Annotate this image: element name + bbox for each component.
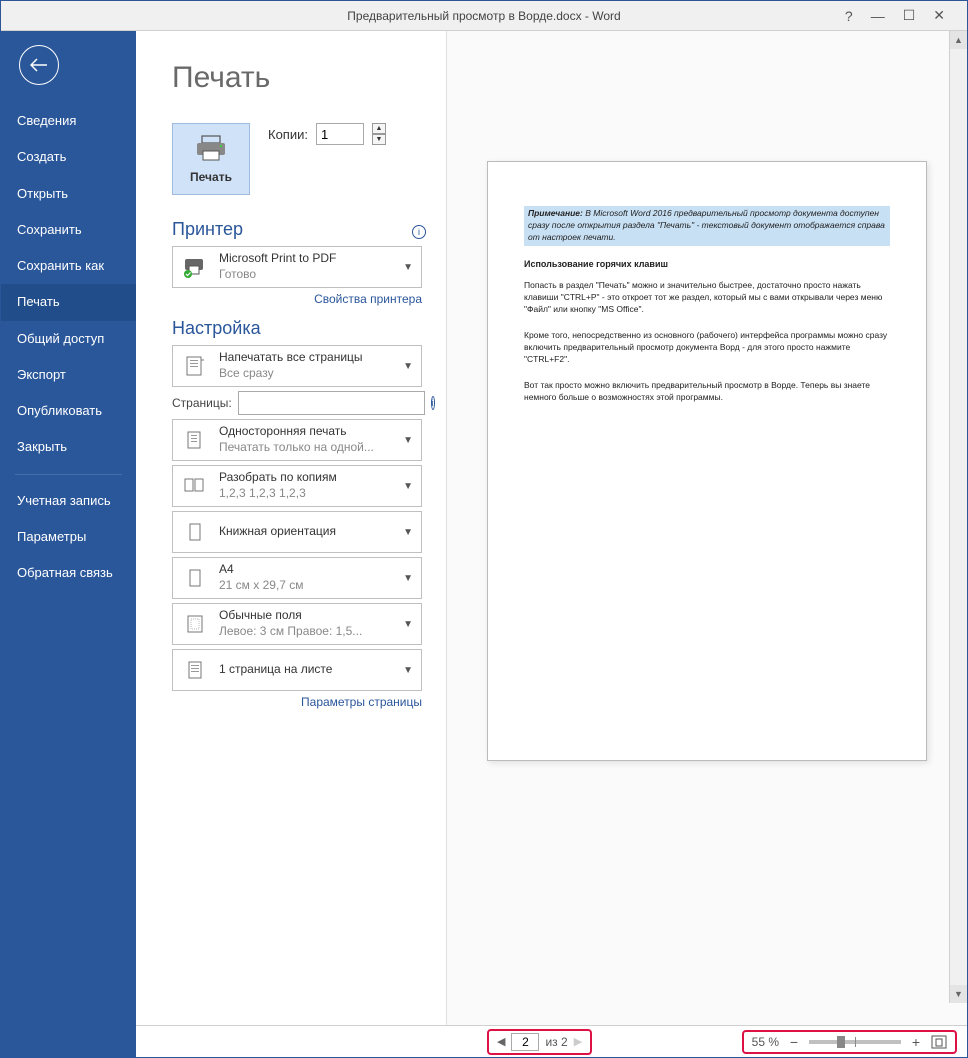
sidebar-item-close[interactable]: Закрыть (1, 429, 136, 465)
title-bar: Предварительный просмотр в Ворде.docx - … (1, 1, 967, 31)
sidebar-item-feedback[interactable]: Обратная связь (1, 555, 136, 591)
copies-input[interactable] (316, 123, 364, 145)
sidebar-item-save[interactable]: Сохранить (1, 212, 136, 248)
sidebar-item-publish[interactable]: Опубликовать (1, 393, 136, 429)
portrait-icon (181, 520, 209, 544)
page-navigation: ◀ из 2 ▶ (487, 1029, 592, 1055)
printer-status-icon (181, 256, 209, 278)
copies-label: Копии: (268, 127, 308, 142)
sidebar-item-share[interactable]: Общий доступ (1, 321, 136, 357)
preview-note: Примечание: В Microsoft Word 2016 предва… (524, 206, 890, 246)
scroll-up-button[interactable]: ▲ (950, 31, 967, 49)
maximize-button[interactable]: ☐ (903, 7, 916, 24)
page-title: Печать (172, 61, 422, 95)
chevron-down-icon: ▼ (403, 619, 413, 630)
sidebar-item-account[interactable]: Учетная запись (1, 483, 136, 519)
zoom-in-button[interactable]: + (909, 1034, 923, 1050)
sidebar-item-open[interactable]: Открыть (1, 176, 136, 212)
print-button-label: Печать (190, 170, 232, 184)
sides-dropdown[interactable]: Односторонняя печать Печатать только на … (172, 419, 422, 461)
margins-dropdown[interactable]: Обычные поля Левое: 3 см Правое: 1,5... … (172, 603, 422, 645)
copies-down[interactable]: ▼ (372, 134, 386, 145)
zoom-level-label: 55 % (752, 1035, 779, 1049)
copies-up[interactable]: ▲ (372, 123, 386, 134)
settings-heading: Настройка (172, 318, 422, 339)
printer-icon (194, 134, 228, 162)
pages-per-sheet-dropdown[interactable]: 1 страница на листе ▼ (172, 649, 422, 691)
page-setup-link[interactable]: Параметры страницы (172, 695, 422, 709)
help-button[interactable]: ? (845, 8, 853, 24)
print-button[interactable]: Печать (172, 123, 250, 195)
current-page-input[interactable] (511, 1033, 539, 1051)
printer-dropdown[interactable]: Microsoft Print to PDF Готово ▼ (172, 246, 422, 288)
sheet-icon (181, 658, 209, 682)
paper-size-dropdown[interactable]: A4 21 см x 29,7 см ▼ (172, 557, 422, 599)
pages-icon (181, 354, 209, 378)
sidebar-item-options[interactable]: Параметры (1, 519, 136, 555)
pages-info-icon[interactable]: i (431, 396, 435, 410)
arrow-left-icon (30, 58, 48, 72)
printer-status: Готово (219, 267, 393, 283)
preview-p1: Попасть в раздел "Печать" можно и значит… (524, 280, 890, 316)
margins-icon (181, 612, 209, 636)
chevron-down-icon: ▼ (403, 573, 413, 584)
printer-info-icon[interactable]: i (412, 225, 426, 239)
pages-input[interactable] (238, 391, 425, 415)
printer-name: Microsoft Print to PDF (219, 251, 393, 267)
back-button[interactable] (19, 45, 59, 85)
zoom-slider[interactable] (809, 1040, 901, 1044)
chevron-down-icon: ▼ (403, 435, 413, 446)
collate-icon (181, 474, 209, 498)
print-preview-area: Примечание: В Microsoft Word 2016 предва… (446, 31, 967, 1025)
chevron-down-icon: ▼ (403, 262, 413, 273)
sidebar-item-export[interactable]: Экспорт (1, 357, 136, 393)
copies-spinner: ▲ ▼ (372, 123, 386, 145)
close-button[interactable]: ✕ (933, 7, 945, 24)
window-title: Предварительный просмотр в Ворде.docx - … (1, 9, 967, 23)
print-settings-panel: Печать Печать Копии: (136, 31, 446, 1025)
sidebar-item-info[interactable]: Сведения (1, 103, 136, 139)
preview-p2: Кроме того, непосредственно из основного… (524, 330, 890, 366)
sidebar-item-saveas[interactable]: Сохранить как (1, 248, 136, 284)
zoom-out-button[interactable]: − (787, 1034, 801, 1050)
sidebar-item-new[interactable]: Создать (1, 139, 136, 175)
printer-heading: Принтер i (172, 219, 422, 240)
single-side-icon (181, 428, 209, 452)
chevron-down-icon: ▼ (403, 665, 413, 676)
pages-label: Страницы: (172, 396, 232, 410)
print-range-dropdown[interactable]: Напечатать все страницы Все сразу ▼ (172, 345, 422, 387)
preview-page: Примечание: В Microsoft Word 2016 предва… (487, 161, 927, 761)
fit-page-icon (931, 1035, 947, 1049)
collate-dropdown[interactable]: Разобрать по копиям 1,2,3 1,2,3 1,2,3 ▼ (172, 465, 422, 507)
next-page-button[interactable]: ▶ (574, 1035, 582, 1048)
preview-p3: Вот так просто можно включить предварите… (524, 380, 890, 404)
zoom-to-fit-button[interactable] (931, 1035, 947, 1049)
zoom-controls: 55 % − + (742, 1030, 957, 1054)
window-controls: ? — ☐ ✕ (845, 7, 967, 24)
scroll-down-button[interactable]: ▼ (950, 985, 967, 1003)
preview-footer: ◀ из 2 ▶ 55 % − + (136, 1025, 967, 1057)
minimize-button[interactable]: — (871, 8, 885, 24)
preview-heading: Использование горячих клавиш (524, 258, 890, 271)
prev-page-button[interactable]: ◀ (497, 1035, 505, 1048)
orientation-dropdown[interactable]: Книжная ориентация ▼ (172, 511, 422, 553)
chevron-down-icon: ▼ (403, 361, 413, 372)
chevron-down-icon: ▼ (403, 527, 413, 538)
printer-properties-link[interactable]: Свойства принтера (172, 292, 422, 306)
backstage-sidebar: Сведения Создать Открыть Сохранить Сохра… (1, 31, 136, 1057)
paper-icon (181, 566, 209, 590)
vertical-scrollbar[interactable]: ▲ ▼ (949, 31, 967, 1003)
sidebar-item-print[interactable]: Печать (1, 284, 136, 320)
sidebar-separator (15, 474, 122, 475)
chevron-down-icon: ▼ (403, 481, 413, 492)
page-count-label: из 2 (545, 1035, 567, 1049)
